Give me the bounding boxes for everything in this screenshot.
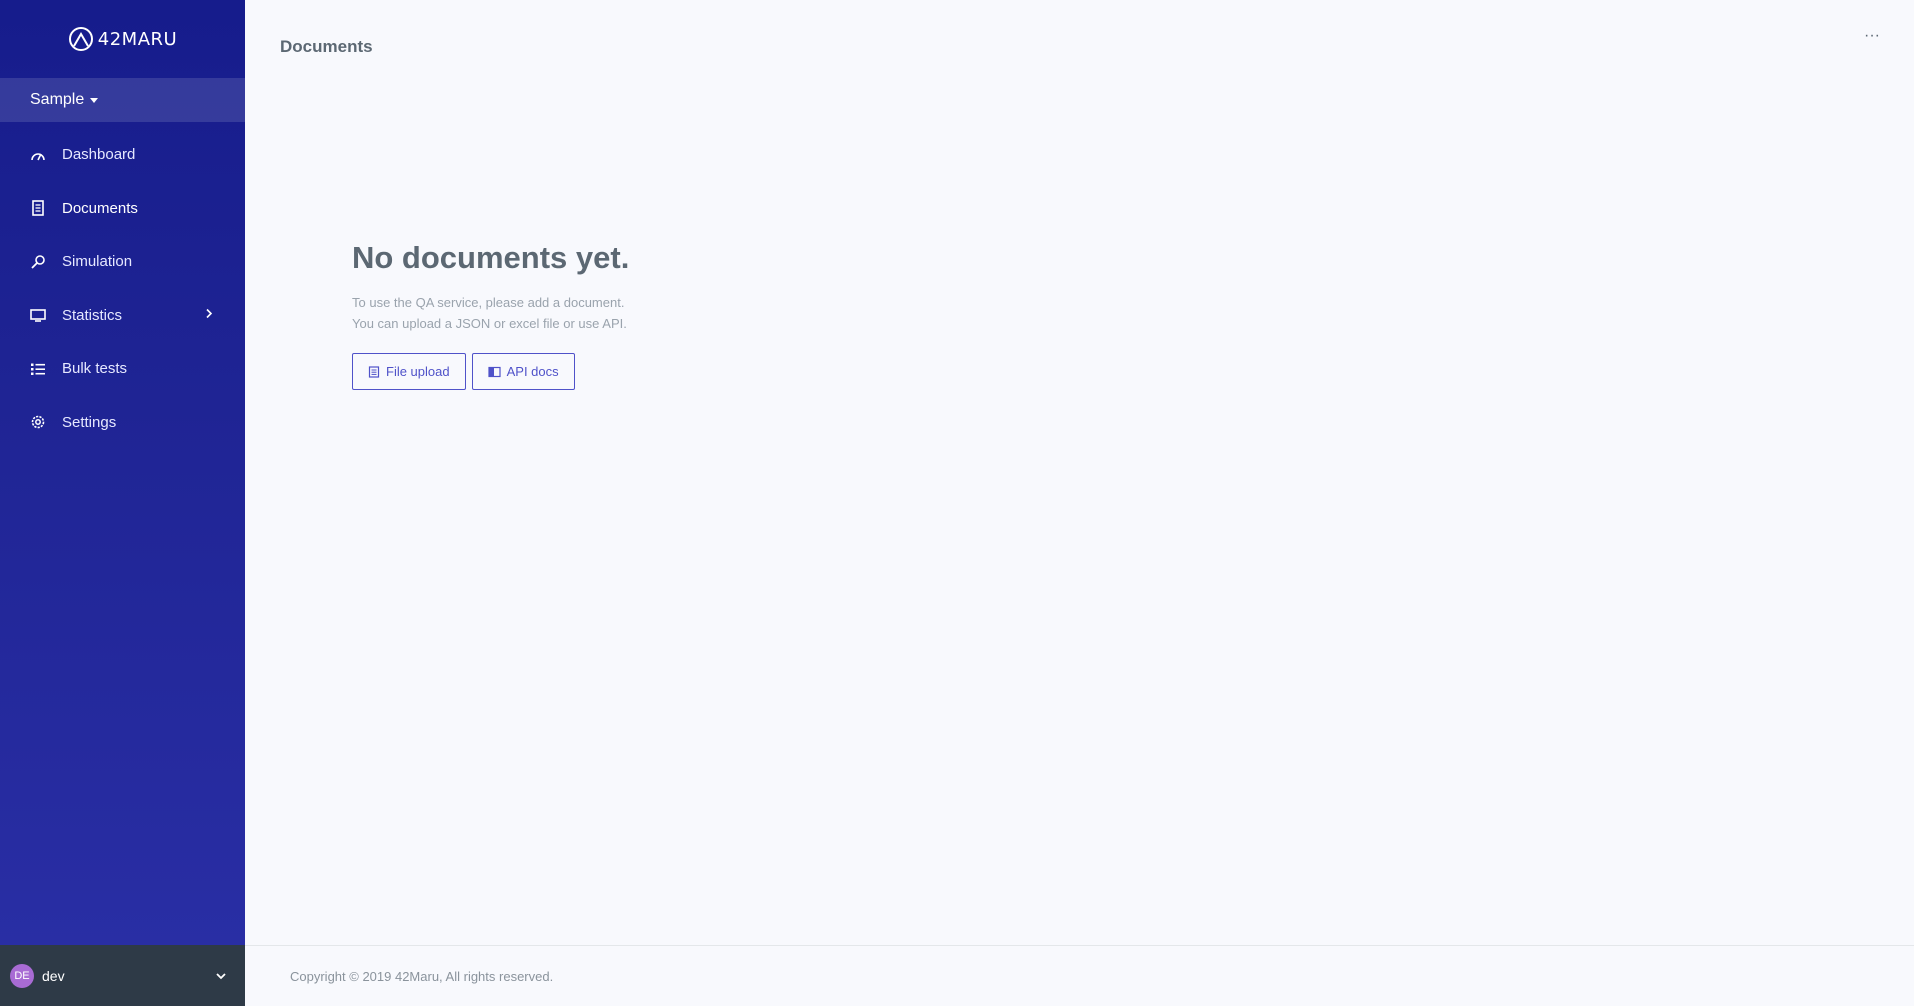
api-docs-button[interactable]: API docs [471, 353, 575, 390]
caret-down-icon [90, 97, 99, 103]
user-name: dev [42, 967, 65, 984]
chevron-right-icon [205, 307, 213, 324]
page-title: Documents [280, 37, 373, 56]
sidebar-item-label: Simulation [62, 253, 133, 271]
file-upload-label: File upload [386, 364, 450, 379]
workspace-label: Sample [30, 91, 85, 108]
empty-state-line-2: You can upload a JSON or excel file or u… [352, 316, 627, 331]
speedometer-icon [30, 147, 46, 163]
copyright-text: Copyright © 2019 42Maru, All rights rese… [290, 968, 554, 984]
more-options-button[interactable]: ··· [1860, 28, 1884, 52]
sidebar: 42MARU Sample Dashboard Documents Simula… [0, 0, 245, 1006]
sidebar-item-settings[interactable]: Settings [0, 396, 245, 450]
document-icon [368, 365, 380, 378]
user-menu[interactable]: DE dev [0, 945, 245, 1006]
api-docs-label: API docs [506, 364, 559, 379]
sidebar-item-label: Statistics [62, 306, 123, 324]
main-content: Documents ··· No documents yet. To use t… [245, 0, 1914, 1006]
monitor-icon [30, 307, 46, 323]
file-upload-button[interactable]: File upload [352, 353, 466, 390]
book-icon [488, 366, 501, 377]
workspace-dropdown[interactable]: Sample [0, 78, 245, 122]
footer: Copyright © 2019 42Maru, All rights rese… [245, 945, 1914, 1006]
document-icon [30, 200, 46, 217]
empty-state-actions: File upload API docs [352, 353, 629, 390]
avatar: DE [10, 963, 34, 988]
empty-state-line-1: To use the QA service, please add a docu… [352, 295, 625, 310]
brand-name: 42MARU [97, 28, 178, 50]
empty-state: No documents yet. To use the QA service,… [352, 240, 629, 390]
sidebar-item-label: Documents [62, 199, 138, 217]
list-icon [30, 361, 46, 377]
brand-logo[interactable]: 42MARU [0, 0, 245, 78]
magnifier-icon [30, 254, 46, 270]
sidebar-item-bulk-tests[interactable]: Bulk tests [0, 342, 245, 396]
sidebar-item-label: Bulk tests [62, 360, 128, 378]
gear-icon [30, 414, 46, 430]
empty-state-heading: No documents yet. [352, 240, 630, 275]
logo-icon [68, 27, 93, 51]
sidebar-item-statistics[interactable]: Statistics [0, 289, 245, 343]
sidebar-item-simulation[interactable]: Simulation [0, 235, 245, 289]
sidebar-item-label: Settings [62, 413, 117, 431]
sidebar-item-label: Dashboard [62, 146, 136, 164]
sidebar-item-documents[interactable]: Documents [0, 182, 245, 236]
sidebar-nav: Dashboard Documents Simulation Statistic… [0, 122, 245, 449]
chevron-down-icon [215, 967, 227, 985]
sidebar-item-dashboard[interactable]: Dashboard [0, 128, 245, 182]
app-root: 42MARU Sample Dashboard Documents Simula… [0, 0, 1914, 1006]
